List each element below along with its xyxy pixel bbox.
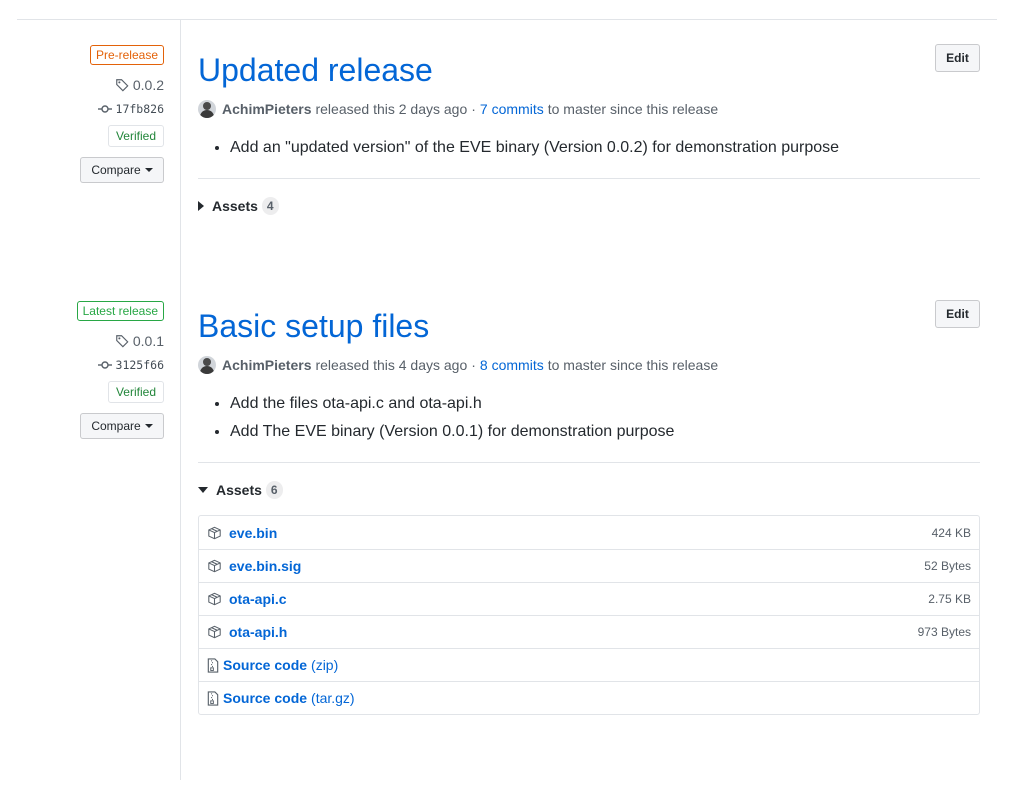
asset-size: 2.75 KB [928, 592, 971, 606]
source-row: Source code (zip) [199, 648, 979, 681]
top-divider [17, 19, 997, 20]
package-icon [208, 625, 221, 639]
commit-icon [97, 361, 112, 369]
asset-size: 424 KB [931, 525, 971, 540]
edit-button[interactable]: Edit [935, 44, 980, 72]
commit-sha: 3125f66 [115, 358, 164, 372]
release-title[interactable]: Basic setup files [198, 306, 980, 346]
note-item: Add the files ota-api.c and ota-api.h [230, 390, 980, 418]
commits-suffix: to master since this release [547, 101, 719, 117]
assets-count: 6 [265, 481, 283, 499]
released-text: released this 4 days ago [315, 357, 468, 373]
separator: · [471, 101, 476, 117]
source-code-format[interactable]: (tar.gz) [311, 690, 355, 706]
release-updated: Edit Updated release AchimPieters releas… [198, 44, 980, 217]
triangle-right-icon [198, 201, 204, 211]
commit-sha: 17fb826 [115, 102, 164, 116]
avatar[interactable] [198, 100, 216, 118]
release-sidebar: Pre-release 0.0.2 17fb826 Verified Compa… [24, 45, 164, 183]
latest-release-badge: Latest release [76, 301, 164, 321]
assets-count: 4 [261, 197, 279, 215]
compare-label: Compare [91, 419, 141, 433]
note-item: Add an "updated version" of the EVE bina… [230, 134, 980, 162]
separator: · [471, 357, 476, 373]
assets-toggle[interactable]: Assets 6 [198, 479, 980, 501]
note-item: Add The EVE binary (Version 0.0.1) for d… [230, 418, 980, 446]
commit-link[interactable]: 17fb826 [97, 99, 164, 119]
file-zip-icon [207, 657, 219, 673]
tag-name: 0.0.2 [132, 77, 164, 93]
asset-link[interactable]: ota-api.c [229, 591, 287, 607]
commits-link[interactable]: 8 commits [480, 357, 544, 373]
source-code-link[interactable]: Source code [223, 657, 307, 673]
asset-row: ota-api.h 973 Bytes [199, 615, 979, 648]
commit-icon [97, 105, 112, 113]
assets-label: Assets [216, 482, 262, 498]
file-zip-icon [207, 690, 219, 706]
avatar[interactable] [198, 356, 216, 374]
asset-link[interactable]: eve.bin [229, 525, 277, 541]
source-code-link[interactable]: Source code [223, 690, 307, 706]
divider [198, 178, 980, 179]
compare-button[interactable]: Compare [80, 413, 164, 439]
release-notes: Add an "updated version" of the EVE bina… [198, 134, 980, 162]
compare-label: Compare [91, 163, 141, 177]
release-meta: AchimPieters released this 4 days ago · … [198, 354, 980, 376]
caret-down-icon [144, 424, 153, 428]
asset-row: eve.bin 424 KB [199, 516, 979, 549]
verified-badge[interactable]: Verified [107, 125, 164, 147]
tag-icon [116, 79, 129, 92]
asset-link[interactable]: ota-api.h [229, 624, 287, 640]
assets-list: eve.bin 424 KB eve.bin.sig 52 Bytes ota-… [198, 515, 980, 715]
commit-link[interactable]: 3125f66 [97, 355, 164, 375]
prerelease-badge: Pre-release [89, 45, 164, 65]
package-icon [208, 559, 221, 573]
timeline-divider [180, 20, 181, 780]
release-sidebar: Latest release 0.0.1 3125f66 Verified Co… [24, 301, 164, 439]
asset-row: eve.bin.sig 52 Bytes [199, 549, 979, 582]
asset-size: 973 Bytes [917, 625, 971, 639]
triangle-down-icon [198, 487, 208, 493]
release-basic-setup: Edit Basic setup files AchimPieters rele… [198, 300, 980, 715]
commits-suffix: to master since this release [547, 357, 719, 373]
assets-toggle[interactable]: Assets 4 [198, 195, 980, 217]
tag-link[interactable]: 0.0.1 [115, 331, 164, 351]
compare-button[interactable]: Compare [80, 157, 164, 183]
package-icon [208, 526, 221, 539]
divider [198, 462, 980, 463]
tag-link[interactable]: 0.0.2 [115, 75, 164, 95]
assets-label: Assets [212, 198, 258, 214]
tag-name: 0.0.1 [132, 333, 164, 349]
tag-icon [116, 335, 129, 348]
verified-badge[interactable]: Verified [107, 381, 164, 403]
author-link[interactable]: AchimPieters [222, 101, 311, 117]
released-text: released this 2 days ago [315, 101, 468, 117]
commits-link[interactable]: 7 commits [480, 101, 544, 117]
release-notes: Add the files ota-api.c and ota-api.h Ad… [198, 390, 980, 446]
asset-size: 52 Bytes [924, 559, 971, 573]
author-link[interactable]: AchimPieters [222, 357, 311, 373]
source-code-format[interactable]: (zip) [311, 657, 338, 673]
edit-button[interactable]: Edit [935, 300, 980, 328]
release-meta: AchimPieters released this 2 days ago · … [198, 98, 980, 120]
release-title[interactable]: Updated release [198, 50, 980, 90]
caret-down-icon [144, 168, 153, 172]
asset-link[interactable]: eve.bin.sig [229, 558, 301, 574]
asset-row: ota-api.c 2.75 KB [199, 582, 979, 615]
package-icon [208, 592, 221, 606]
source-row: Source code (tar.gz) [199, 681, 979, 714]
